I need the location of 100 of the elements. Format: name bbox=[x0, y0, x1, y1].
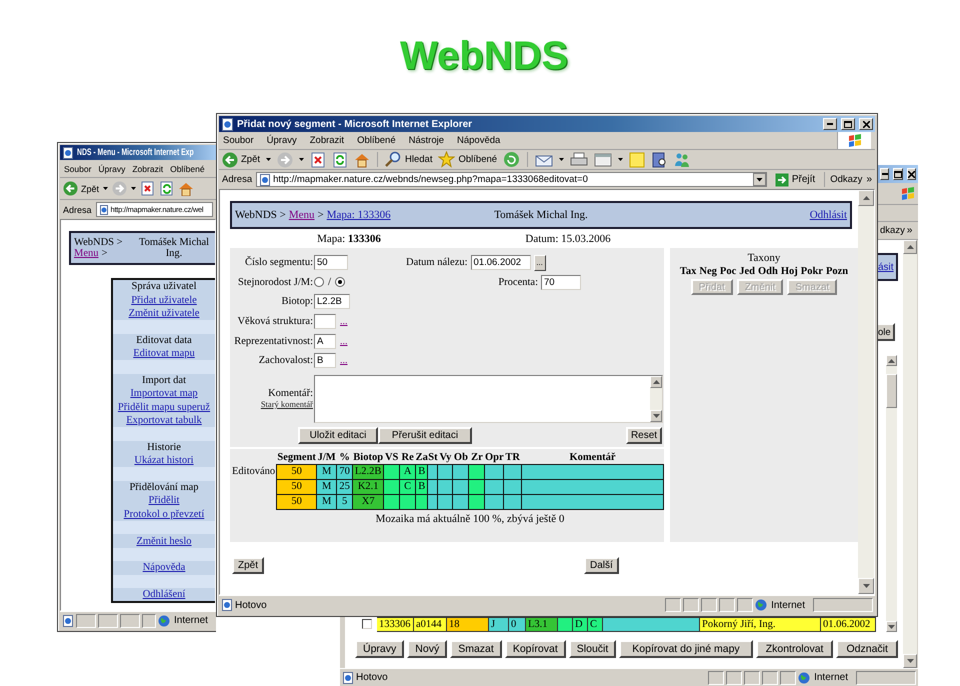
checkbox[interactable] bbox=[362, 619, 372, 629]
text-field[interactable]: 50 bbox=[314, 255, 348, 270]
scrollbar[interactable] bbox=[650, 376, 662, 422]
function-link[interactable]: Exportovat tabulk bbox=[126, 415, 202, 426]
favorites-button[interactable]: Oblíbené bbox=[438, 151, 498, 168]
text-field[interactable]: B bbox=[314, 353, 336, 368]
function-link[interactable]: Ukázat histori bbox=[134, 455, 194, 466]
home-icon[interactable] bbox=[178, 181, 194, 196]
function-link[interactable]: Přidělit mapu superuž bbox=[118, 402, 210, 413]
radio-button[interactable] bbox=[314, 277, 324, 288]
action-button[interactable]: Úpravy bbox=[355, 640, 404, 658]
picker-link[interactable]: ... bbox=[340, 355, 348, 366]
action-button[interactable]: Zkontrolovat bbox=[756, 640, 834, 658]
back-button[interactable]: Zpět bbox=[232, 557, 264, 574]
links-button[interactable]: dkazy bbox=[880, 225, 905, 236]
action-button[interactable]: Nový bbox=[407, 640, 448, 658]
action-button[interactable]: Kopírovat do jiné mapy bbox=[619, 640, 753, 658]
menu-item[interactable]: Úpravy bbox=[266, 135, 297, 146]
function-link[interactable]: Změnit uživatele bbox=[128, 308, 200, 319]
form-button[interactable]: Přerušit editaci bbox=[378, 426, 472, 444]
up-arrow-icon[interactable] bbox=[652, 380, 660, 384]
function-link[interactable]: Importovat map bbox=[130, 388, 198, 400]
caret-icon[interactable] bbox=[103, 187, 108, 190]
back-button[interactable]: Zpět bbox=[63, 181, 100, 196]
up-arrow-icon[interactable] bbox=[862, 196, 870, 200]
date-picker-button[interactable]: ... bbox=[534, 254, 546, 271]
form-button[interactable]: Uložit editaci bbox=[298, 426, 378, 444]
book-icon[interactable] bbox=[651, 152, 668, 168]
back-button[interactable]: Zpět bbox=[222, 152, 260, 168]
caret-icon[interactable] bbox=[299, 158, 304, 161]
function-link[interactable]: Odhlášení bbox=[142, 589, 186, 600]
down-arrow-icon[interactable] bbox=[888, 624, 895, 628]
maximize-button[interactable] bbox=[893, 168, 903, 180]
address-field[interactable]: http://mapmaker.nature.cz/webnds/newseg.php?mapa=1333068editovat=0 bbox=[256, 172, 767, 187]
text-field[interactable]: 70 bbox=[541, 274, 581, 290]
menu-item[interactable]: Soubor bbox=[64, 164, 92, 174]
reset-button[interactable]: Reset bbox=[626, 426, 662, 444]
refresh-icon[interactable] bbox=[159, 181, 174, 196]
close-button[interactable] bbox=[907, 168, 916, 180]
action-button[interactable]: Odznačit bbox=[836, 640, 898, 658]
down-arrow-icon[interactable] bbox=[652, 414, 660, 418]
breadcrumb-link[interactable]: Mapa: 133306 bbox=[326, 209, 391, 221]
minimize-button[interactable] bbox=[880, 168, 889, 180]
menu-item[interactable]: Nápověda bbox=[457, 135, 500, 146]
date-field[interactable]: 01.06.2002 bbox=[470, 255, 531, 270]
menu-item[interactable]: Úpravy bbox=[98, 164, 126, 174]
action-button[interactable]: Sloučit bbox=[568, 640, 616, 658]
breadcrumb-link[interactable]: Menu bbox=[74, 248, 98, 259]
scroll-thumb[interactable] bbox=[886, 374, 897, 408]
links-button[interactable]: Odkazy bbox=[830, 174, 862, 185]
function-link[interactable]: Protokol o převzetí bbox=[124, 508, 204, 520]
minimize-button[interactable] bbox=[823, 118, 837, 130]
scrollbar[interactable] bbox=[858, 190, 874, 594]
logout-link[interactable]: Odhlásit bbox=[810, 209, 847, 221]
action-button[interactable]: Smazat bbox=[450, 640, 502, 658]
down-arrow-icon[interactable] bbox=[906, 659, 914, 663]
action-button[interactable]: Kopírovat bbox=[504, 640, 566, 658]
menu-item[interactable]: Oblíbené bbox=[357, 135, 396, 146]
logout-link[interactable]: ásit bbox=[878, 262, 894, 272]
scrollbar[interactable] bbox=[903, 240, 917, 668]
go-button[interactable]: Přejít bbox=[770, 172, 820, 186]
home-icon[interactable] bbox=[354, 152, 370, 168]
function-link[interactable]: Nápověda bbox=[142, 562, 186, 574]
more-button[interactable]: » bbox=[866, 174, 872, 185]
menu-item[interactable]: Oblíbené bbox=[170, 164, 205, 174]
stop-icon[interactable] bbox=[310, 152, 326, 168]
next-button[interactable]: Další bbox=[584, 557, 619, 574]
caret-icon[interactable] bbox=[618, 158, 624, 161]
refresh-icon[interactable] bbox=[332, 152, 348, 168]
radio-button[interactable] bbox=[335, 277, 346, 288]
comment-field[interactable] bbox=[314, 374, 663, 423]
breadcrumb-link[interactable]: Menu bbox=[288, 209, 315, 221]
caret-icon[interactable] bbox=[266, 158, 272, 161]
close-button[interactable] bbox=[859, 118, 873, 130]
text-field[interactable]: A bbox=[314, 334, 336, 349]
function-link[interactable]: Přidělit bbox=[148, 495, 180, 506]
menu-item[interactable]: Zobrazit bbox=[310, 135, 344, 146]
function-link[interactable]: Editovat mapu bbox=[133, 348, 195, 360]
text-field[interactable]: L2.2B bbox=[314, 294, 350, 310]
menu-item[interactable]: Nástroje bbox=[408, 135, 444, 146]
scrollbar[interactable] bbox=[886, 355, 897, 632]
old-comment-link[interactable]: Starý komentář bbox=[260, 399, 313, 410]
caret-icon[interactable] bbox=[559, 158, 564, 161]
search-button[interactable]: Hledat bbox=[385, 151, 432, 168]
maximize-button[interactable] bbox=[841, 118, 855, 130]
more-button[interactable]: » bbox=[906, 225, 912, 236]
stop-icon[interactable] bbox=[140, 181, 156, 196]
up-arrow-icon[interactable] bbox=[888, 358, 895, 362]
function-link[interactable]: Změnit heslo bbox=[136, 536, 192, 547]
window-icon[interactable] bbox=[594, 152, 612, 168]
menu-item[interactable]: Zobrazit bbox=[132, 164, 164, 174]
menu-item[interactable]: Soubor bbox=[223, 135, 254, 146]
down-arrow-icon[interactable] bbox=[862, 584, 870, 588]
picker-link[interactable]: ... bbox=[340, 316, 348, 328]
text-field[interactable] bbox=[314, 314, 336, 330]
table-button[interactable]: ole bbox=[878, 323, 895, 341]
function-link[interactable]: Přidat uživatele bbox=[131, 294, 197, 306]
caret-icon[interactable] bbox=[131, 187, 136, 190]
up-arrow-icon[interactable] bbox=[906, 245, 914, 249]
picker-link[interactable]: ... bbox=[340, 336, 348, 347]
